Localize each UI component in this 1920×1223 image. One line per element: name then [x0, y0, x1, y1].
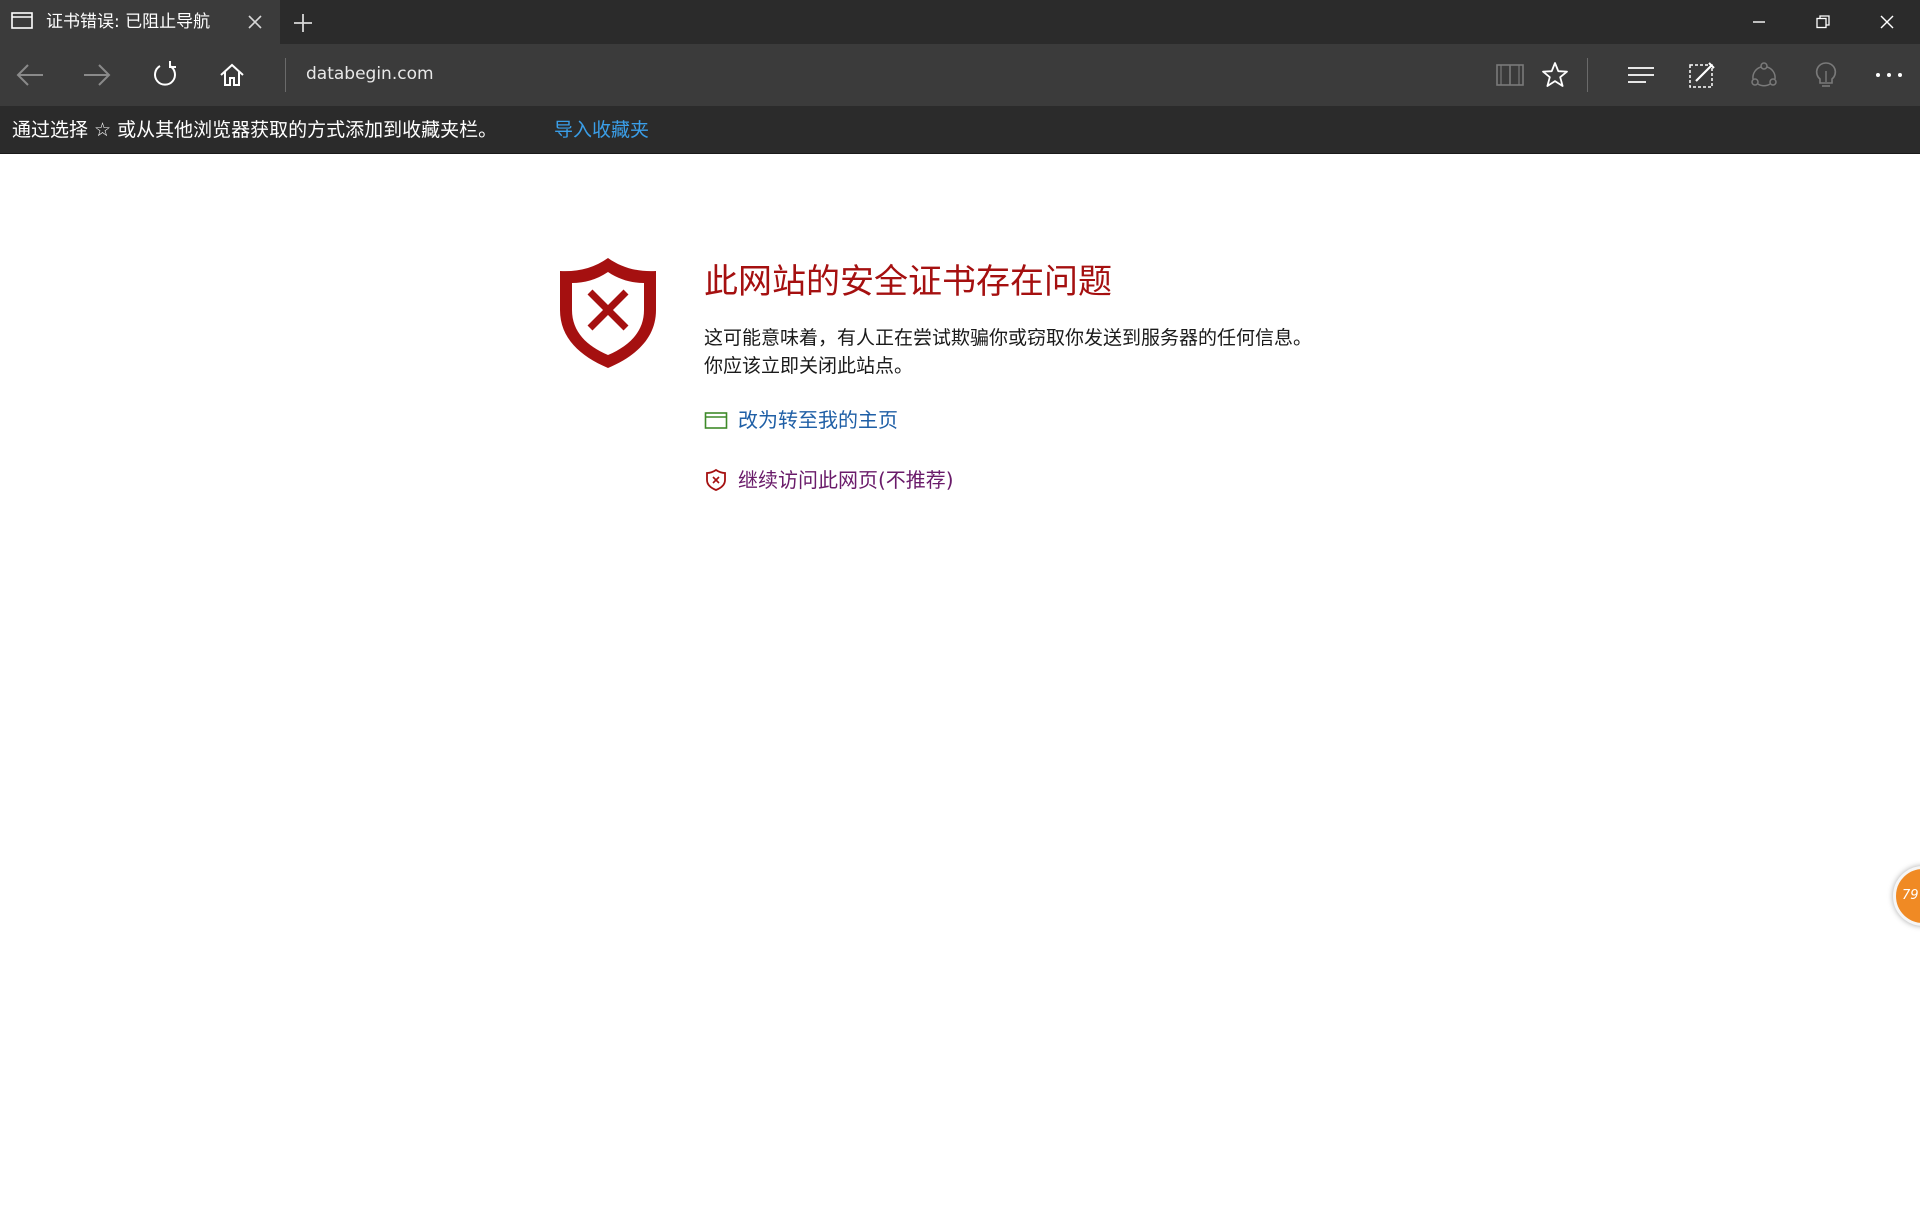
- forward-arrow-icon: [84, 64, 111, 86]
- feedback-button[interactable]: [1799, 44, 1853, 106]
- active-tab[interactable]: 证书错误: 已阻止导航: [0, 0, 280, 44]
- star-icon: [1542, 62, 1568, 87]
- minimize-icon: [1753, 21, 1765, 23]
- address-separator: [285, 58, 286, 92]
- error-description-line-1: 这可能意味着，有人正在尝试欺骗你或窃取你发送到服务器的任何信息。: [704, 327, 1313, 349]
- forward-button[interactable]: [70, 44, 124, 106]
- favorites-bar: 通过选择 ☆ 或从其他浏览器获取的方式添加到收藏夹栏。 导入收藏夹: [0, 106, 1920, 154]
- address-bar[interactable]: databegin.com: [306, 62, 434, 86]
- continue-to-page-link[interactable]: 继续访问此网页(不推荐): [704, 464, 954, 496]
- go-home-link[interactable]: 改为转至我的主页: [704, 404, 898, 436]
- page-content: 此网站的安全证书存在问题 这可能意味着，有人正在尝试欺骗你或窃取你发送到服务器的…: [0, 154, 1920, 1223]
- tab-bar: 证书错误: 已阻止导航: [0, 0, 1920, 44]
- error-description-line-2: 你应该立即关闭此站点。: [704, 355, 914, 377]
- more-options-button[interactable]: [1862, 44, 1916, 106]
- continue-label: 继续访问此网页(不推荐): [738, 468, 954, 492]
- shield-error-icon: [550, 252, 666, 376]
- tab-title: 证书错误: 已阻止导航: [46, 12, 211, 32]
- add-favorite-button[interactable]: [1528, 44, 1582, 106]
- home-icon: [220, 63, 244, 86]
- back-arrow-icon: [16, 64, 43, 86]
- import-favorites-link[interactable]: 导入收藏夹: [554, 118, 649, 142]
- restore-button[interactable]: [1791, 0, 1855, 44]
- hub-button[interactable]: [1614, 44, 1668, 106]
- share-icon: [1751, 62, 1777, 87]
- tab-page-icon: [11, 12, 33, 34]
- restore-icon: [1816, 15, 1830, 29]
- close-icon: [1880, 15, 1894, 29]
- home-button[interactable]: [205, 44, 259, 106]
- floating-badge[interactable]: 79: [1893, 866, 1920, 926]
- reading-view-icon: [1496, 64, 1524, 86]
- new-tab-icon[interactable]: [292, 12, 314, 38]
- hub-icon: [1628, 67, 1654, 83]
- toolbar-separator: [1587, 58, 1588, 92]
- go-home-label: 改为转至我的主页: [738, 408, 898, 432]
- back-button[interactable]: [3, 44, 57, 106]
- lightbulb-icon: [1815, 62, 1837, 87]
- more-icon: [1876, 73, 1902, 77]
- web-note-button[interactable]: [1675, 44, 1729, 106]
- error-description: 这可能意味着，有人正在尝试欺骗你或窃取你发送到服务器的任何信息。 你应该立即关闭…: [704, 324, 1312, 380]
- share-button[interactable]: [1737, 44, 1791, 106]
- minimize-button[interactable]: [1727, 0, 1791, 44]
- home-page-icon: [704, 412, 728, 429]
- refresh-button[interactable]: [138, 44, 192, 106]
- close-tab-icon[interactable]: [246, 13, 264, 35]
- favorites-bar-message: 通过选择 ☆ 或从其他浏览器获取的方式添加到收藏夹栏。: [12, 119, 498, 141]
- navigation-bar: databegin.com: [0, 44, 1920, 106]
- close-window-button[interactable]: [1855, 0, 1919, 44]
- error-title: 此网站的安全证书存在问题: [704, 262, 1112, 302]
- shield-warning-icon: [706, 468, 726, 491]
- web-note-icon: [1689, 62, 1715, 88]
- refresh-icon: [154, 61, 176, 86]
